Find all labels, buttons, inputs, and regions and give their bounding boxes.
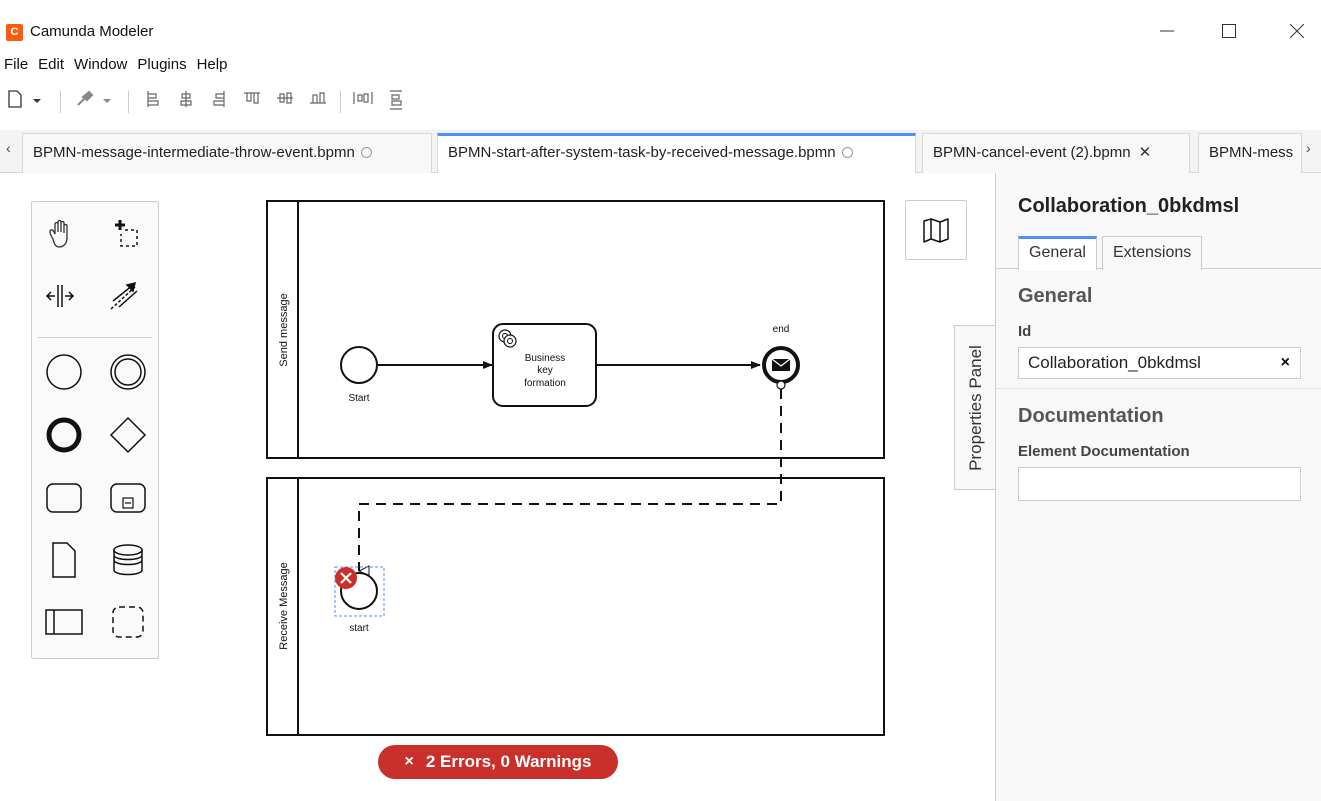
- group-documentation-title: Documentation: [1018, 405, 1164, 427]
- align-left-button[interactable]: [142, 90, 164, 112]
- envelope-icon: [771, 358, 791, 371]
- error-marker-icon[interactable]: [335, 567, 357, 589]
- tab-label: BPMN-message-intermediate-throw-event.bp…: [33, 144, 355, 161]
- tab-general[interactable]: General: [1018, 236, 1097, 270]
- unsaved-indicator-icon: [841, 147, 853, 158]
- menu-help[interactable]: Help: [193, 54, 228, 76]
- task-label-line: Business: [525, 353, 566, 364]
- tab-bar: ‹ BPMN-message-intermediate-throw-event.…: [0, 130, 1321, 174]
- maximize-icon: [1222, 24, 1236, 38]
- align-middle-icon: [277, 92, 293, 104]
- distribute-horizontal-button[interactable]: [352, 90, 374, 112]
- start-event-label: start: [349, 623, 369, 634]
- tab-label: BPMN-cancel-event (2).bpmn: [933, 144, 1131, 161]
- title-bar: C Camunda Modeler: [0, 0, 1321, 58]
- toolbar-separator: [128, 91, 129, 113]
- linting-status-text: 2 Errors, 0 Warnings: [425, 752, 592, 771]
- tab-scroll-right-icon[interactable]: ›: [1306, 140, 1311, 156]
- end-event-label: end: [773, 324, 790, 335]
- tab-start-after-system-task[interactable]: BPMN-start-after-system-task-by-received…: [437, 133, 916, 174]
- id-label: Id: [1018, 323, 1032, 340]
- task-label-line: formation: [524, 378, 566, 389]
- align-center-icon: [180, 91, 192, 107]
- start-event-label: Start: [348, 393, 369, 404]
- align-right-icon: [213, 91, 225, 107]
- group-general-title: General: [1018, 285, 1093, 307]
- new-file-button[interactable]: [4, 90, 26, 112]
- properties-panel-toggle[interactable]: Properties Panel: [954, 325, 996, 490]
- linting-status-button[interactable]: × 2 Errors, 0 Warnings: [378, 745, 618, 779]
- clear-id-icon[interactable]: ×: [1281, 348, 1290, 378]
- bpmn-diagram: Send message Receive Message Start Busin: [266, 200, 885, 736]
- minimize-button[interactable]: [1144, 16, 1190, 46]
- app-title: Camunda Modeler: [30, 23, 154, 40]
- task-label-line: key: [537, 365, 553, 376]
- id-input[interactable]: Collaboration_0bkdmsl ×: [1018, 347, 1301, 379]
- distribute-vertical-icon: [390, 90, 402, 110]
- properties-panel: Collaboration_0bkdmsl General Extensions…: [995, 173, 1321, 801]
- element-documentation-label: Element Documentation: [1018, 443, 1190, 460]
- tab-cancel-event[interactable]: BPMN-cancel-event (2).bpmn ✕: [922, 133, 1190, 173]
- menu-edit[interactable]: Edit: [34, 54, 64, 76]
- close-window-button[interactable]: [1274, 16, 1320, 46]
- distribute-horizontal-icon: [353, 92, 373, 104]
- pool-label: Receive Message: [278, 562, 290, 649]
- align-top-icon: [244, 92, 260, 104]
- menu-plugins[interactable]: Plugins: [133, 54, 186, 76]
- pool-label: Send message: [278, 293, 290, 366]
- align-bottom-icon: [310, 92, 326, 104]
- menu-window[interactable]: Window: [70, 54, 127, 76]
- minimize-icon: [1160, 30, 1174, 32]
- camunda-logo-icon: C: [6, 24, 23, 41]
- align-right-button[interactable]: [208, 90, 230, 112]
- properties-title: Collaboration_0bkdmsl: [1018, 195, 1240, 217]
- toolbar-separator: [60, 91, 61, 113]
- menu-file[interactable]: File: [0, 54, 28, 76]
- properties-panel-toggle-label: Properties Panel: [965, 344, 985, 471]
- id-input-value: Collaboration_0bkdmsl: [1028, 353, 1201, 372]
- caret-down-icon: [103, 99, 111, 103]
- toolbar: [0, 86, 600, 116]
- new-file-dropdown[interactable]: [30, 90, 44, 112]
- diagram-canvas[interactable]: Send message Receive Message Start Busin: [0, 173, 996, 801]
- paint-brush-icon: [77, 90, 94, 106]
- close-tab-icon[interactable]: ✕: [1139, 144, 1152, 161]
- maximize-button[interactable]: [1206, 16, 1252, 46]
- color-dropdown[interactable]: [100, 90, 114, 112]
- align-center-button[interactable]: [175, 90, 197, 112]
- tab-extensions[interactable]: Extensions: [1102, 236, 1203, 270]
- menu-bar: File Edit Window Plugins Help: [0, 54, 233, 76]
- element-documentation-textarea[interactable]: [1018, 467, 1301, 501]
- error-x-icon: ×: [404, 753, 414, 770]
- minimap-toggle-button[interactable]: [905, 200, 967, 260]
- new-file-icon: [8, 90, 22, 108]
- tab-label: BPMN-mess: [1209, 144, 1294, 161]
- close-icon: [1290, 24, 1304, 38]
- tab-bpmn-mess[interactable]: BPMN-mess: [1198, 133, 1302, 173]
- align-left-icon: [147, 91, 159, 107]
- toolbar-separator: [340, 91, 341, 113]
- group-separator: [996, 388, 1321, 389]
- properties-tabs: General Extensions: [996, 234, 1321, 270]
- color-button[interactable]: [74, 90, 96, 112]
- map-icon: [923, 218, 949, 243]
- service-task[interactable]: Business key formation: [492, 323, 597, 407]
- distribute-vertical-button[interactable]: [385, 90, 407, 112]
- caret-down-icon: [33, 99, 41, 103]
- align-top-button[interactable]: [241, 90, 263, 112]
- tab-message-intermediate-throw-event[interactable]: BPMN-message-intermediate-throw-event.bp…: [22, 133, 432, 173]
- tab-label: BPMN-start-after-system-task-by-received…: [448, 144, 836, 161]
- align-middle-button[interactable]: [274, 90, 296, 112]
- unsaved-indicator-icon: [360, 147, 372, 158]
- align-bottom-button[interactable]: [307, 90, 329, 112]
- tab-scroll-left-icon[interactable]: ‹: [6, 140, 11, 156]
